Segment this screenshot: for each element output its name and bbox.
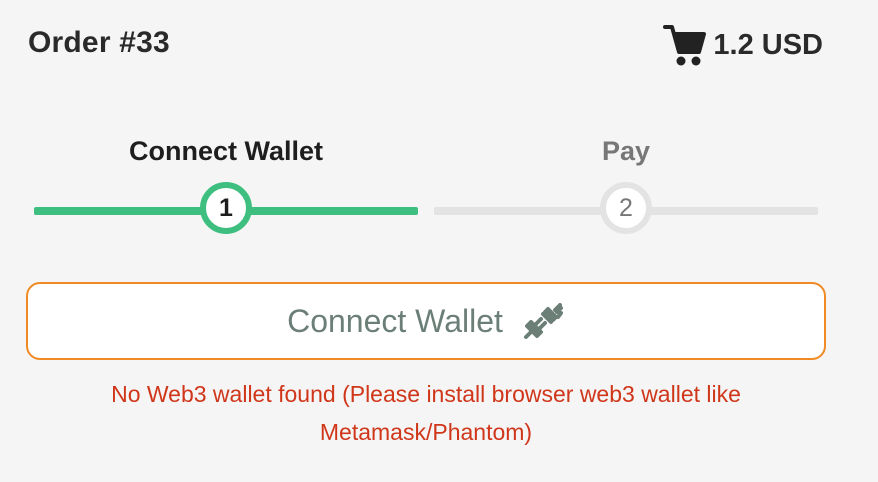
- step-pay-number: 2: [600, 182, 652, 234]
- checkout-stepper: Connect Wallet Pay 1 2: [0, 120, 878, 250]
- step-connect-wallet-label: Connect Wallet: [128, 136, 324, 166]
- step-pay-label: Pay: [601, 136, 651, 166]
- step-connect-wallet-number: 1: [200, 182, 252, 234]
- connect-wallet-button[interactable]: Connect Wallet: [26, 282, 826, 360]
- order-title: Order #33: [28, 26, 170, 59]
- connect-wallet-button-label: Connect Wallet: [287, 302, 503, 339]
- order-header: Order #33 1.2 USD: [0, 0, 878, 90]
- wallet-error-message: No Web3 wallet found (Please install bro…: [111, 381, 741, 445]
- cart-total: 1.2 USD: [713, 28, 823, 61]
- shopping-cart-icon: [663, 22, 707, 68]
- plug-icon: [521, 300, 565, 342]
- cart-summary: 1.2 USD: [663, 22, 823, 68]
